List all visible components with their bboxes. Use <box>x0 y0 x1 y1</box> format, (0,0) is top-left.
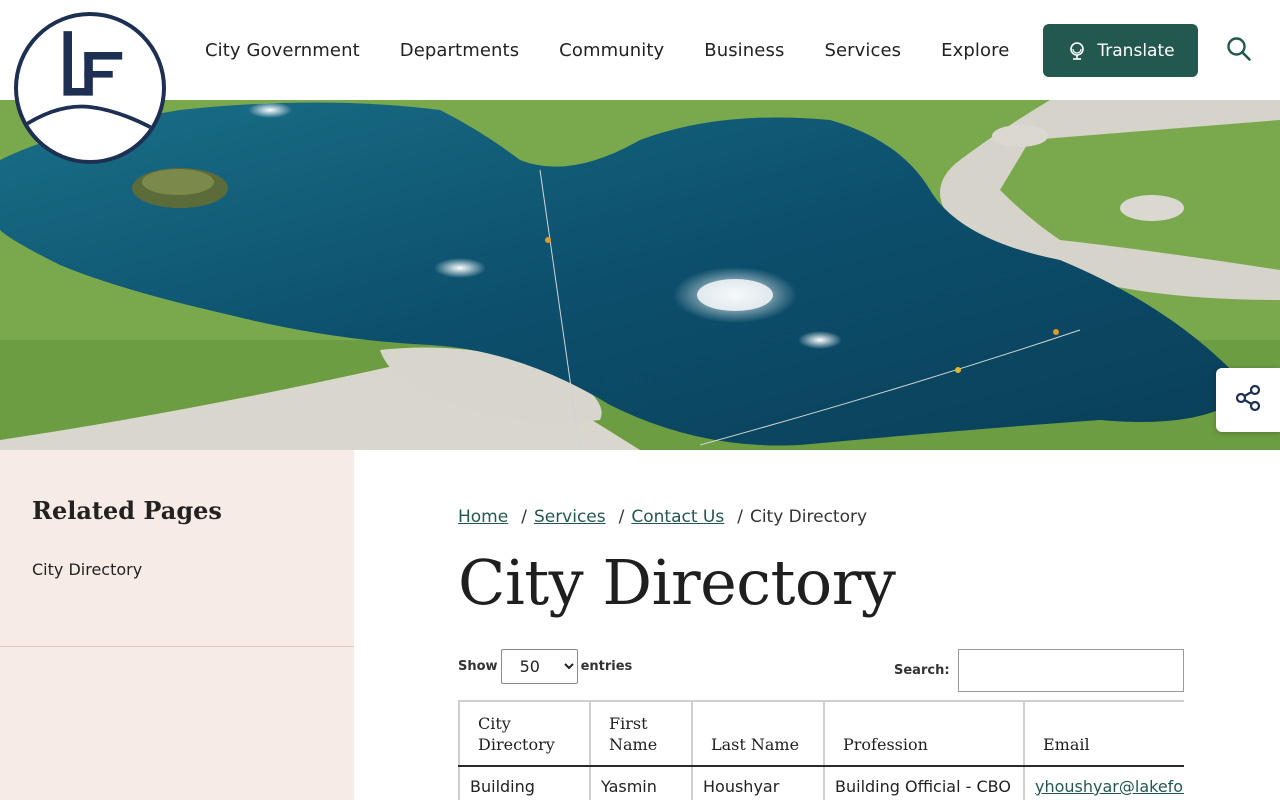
search-icon <box>1226 36 1252 66</box>
breadcrumb-separator: / <box>737 507 743 527</box>
email-link[interactable]: yhoushyar@lakeforestca.gov <box>1035 777 1184 796</box>
table-search-input[interactable] <box>957 649 1184 692</box>
share-button[interactable] <box>1216 368 1280 432</box>
nav-departments[interactable]: Departments <box>380 40 539 61</box>
cell-city-directory: Building <box>458 766 591 800</box>
entries-length-control: Show 50 entries <box>458 649 632 684</box>
translate-label: Translate <box>1097 40 1175 61</box>
site-logo[interactable] <box>14 12 166 164</box>
logo-mark <box>18 31 162 136</box>
breadcrumb-home[interactable]: Home <box>458 507 508 527</box>
related-pages-sidebar: Related Pages City Directory <box>0 450 354 800</box>
sidebar-divider <box>0 646 354 647</box>
breadcrumb-current: City Directory <box>749 507 868 527</box>
nav-community[interactable]: Community <box>539 40 684 61</box>
nav-city-government[interactable]: City Government <box>185 40 380 61</box>
entries-label: entries <box>580 659 633 674</box>
directory-table-wrapper: City Directory First Name Last Name Prof… <box>458 700 1184 800</box>
breadcrumb-separator: / <box>521 507 527 527</box>
cell-last-name: Houshyar <box>691 766 825 800</box>
translate-button[interactable]: Translate <box>1043 24 1198 77</box>
nav-explore[interactable]: Explore <box>921 40 1029 61</box>
cell-first-name: Yasmin <box>589 766 693 800</box>
globe-icon <box>1066 40 1088 62</box>
sidebar-link-city-directory[interactable]: City Directory <box>32 560 142 579</box>
nav-services[interactable]: Services <box>804 40 921 61</box>
nav-business[interactable]: Business <box>684 40 804 61</box>
main-nav: City Government Departments Community Bu… <box>185 0 1029 100</box>
cell-profession: Building Official - CBO <box>823 766 1025 800</box>
column-header-first-name[interactable]: First Name <box>589 700 693 767</box>
column-header-city-directory[interactable]: City Directory <box>458 700 591 767</box>
breadcrumb: Home / Services / Contact Us / City Dire… <box>458 507 867 527</box>
page-title: City Directory <box>458 546 896 619</box>
show-label: Show <box>458 659 498 674</box>
column-header-email[interactable]: Email <box>1023 700 1184 767</box>
breadcrumb-services[interactable]: Services <box>534 507 606 527</box>
directory-table: City Directory First Name Last Name Prof… <box>458 700 1184 800</box>
table-header-row: City Directory First Name Last Name Prof… <box>458 700 1184 767</box>
sidebar-title: Related Pages <box>32 496 222 525</box>
share-icon <box>1233 383 1263 417</box>
site-header: City Government Departments Community Bu… <box>0 0 1280 100</box>
search-button[interactable] <box>1222 34 1256 68</box>
breadcrumb-separator: / <box>618 507 625 527</box>
hero-image <box>0 100 1280 450</box>
table-search-control: Search: <box>894 649 1184 692</box>
table-row: Building Yasmin Houshyar Building Offici… <box>458 766 1184 800</box>
entries-select[interactable]: 50 <box>500 649 578 684</box>
cell-email: yhoushyar@lakeforestca.gov <box>1023 766 1184 800</box>
column-header-profession[interactable]: Profession <box>823 700 1025 767</box>
column-header-last-name[interactable]: Last Name <box>691 700 825 767</box>
search-label: Search: <box>894 663 950 678</box>
breadcrumb-contact-us[interactable]: Contact Us <box>631 507 724 527</box>
